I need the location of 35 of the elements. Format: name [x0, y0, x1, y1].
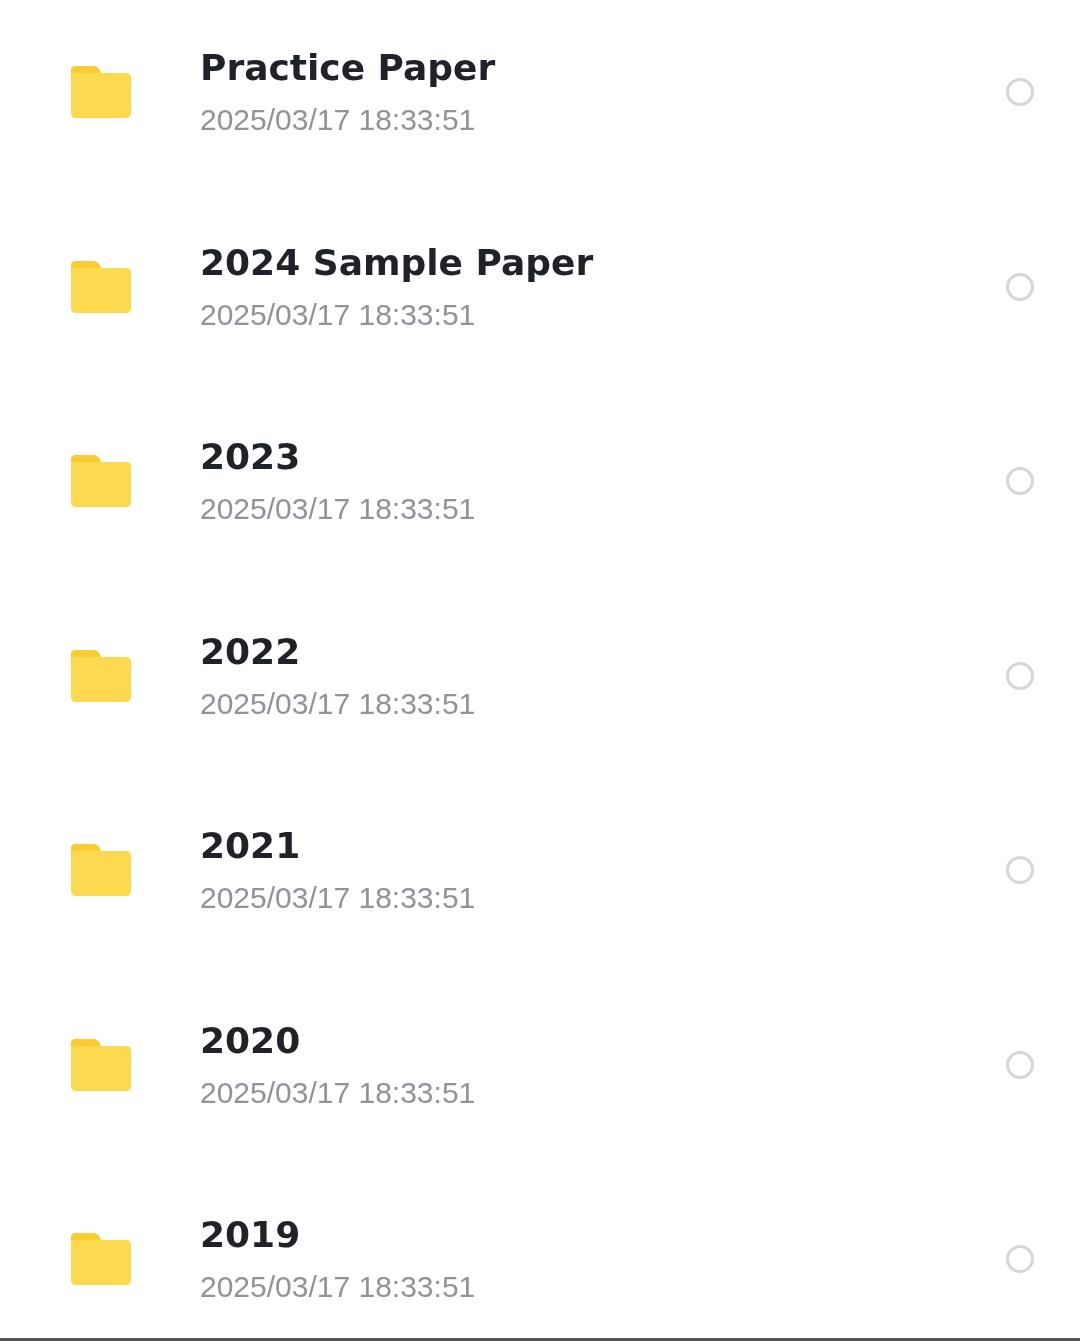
- folder-name: 2021: [200, 824, 302, 869]
- folder-item[interactable]: Practice Paper 2025/03/17 18:33:51: [0, 0, 1080, 190]
- folder-item[interactable]: 2022 2025/03/17 18:33:51: [0, 578, 1080, 773]
- folder-icon: [70, 454, 132, 509]
- folder-icon: [70, 843, 132, 898]
- modified-date: 2025/03/17 18:33:51: [200, 1074, 477, 1111]
- modified-date: 2025/03/17 18:33:51: [200, 880, 477, 917]
- folder-icon: [70, 1232, 132, 1287]
- select-radio[interactable]: [1006, 467, 1034, 496]
- modified-date: 2025/03/17 18:33:51: [200, 296, 477, 333]
- select-radio[interactable]: [1006, 856, 1034, 885]
- folder-name: 2024 Sample Paper: [200, 240, 595, 285]
- folder-name: 2020: [200, 1018, 302, 1063]
- folder-icon: [70, 1037, 132, 1092]
- folder-name: 2023: [200, 435, 302, 480]
- select-radio[interactable]: [1006, 1245, 1034, 1274]
- select-radio[interactable]: [1006, 661, 1034, 690]
- folder-item[interactable]: 2023 2025/03/17 18:33:51: [0, 384, 1080, 579]
- select-radio[interactable]: [1006, 1050, 1034, 1079]
- modified-date: 2025/03/17 18:33:51: [200, 685, 477, 722]
- folder-item[interactable]: 2021 2025/03/17 18:33:51: [0, 773, 1080, 968]
- folder-icon: [70, 648, 132, 703]
- modified-date: 2025/03/17 18:33:51: [200, 102, 477, 139]
- folder-item[interactable]: 2024 Sample Paper 2025/03/17 18:33:51: [0, 189, 1080, 384]
- folder-name: 2019: [200, 1213, 302, 1258]
- folder-item[interactable]: 2020 2025/03/17 18:33:51: [0, 967, 1080, 1162]
- folder-name: Practice Paper: [200, 46, 497, 91]
- modified-date: 2025/03/17 18:33:51: [200, 491, 477, 528]
- folder-name: 2022: [200, 629, 302, 674]
- folder-icon: [70, 65, 132, 120]
- select-radio[interactable]: [1006, 272, 1034, 301]
- folder-icon: [70, 259, 132, 314]
- folder-item[interactable]: 2019 2025/03/17 18:33:51: [0, 1162, 1080, 1341]
- modified-date: 2025/03/17 18:33:51: [200, 1269, 477, 1306]
- select-radio[interactable]: [1006, 78, 1034, 107]
